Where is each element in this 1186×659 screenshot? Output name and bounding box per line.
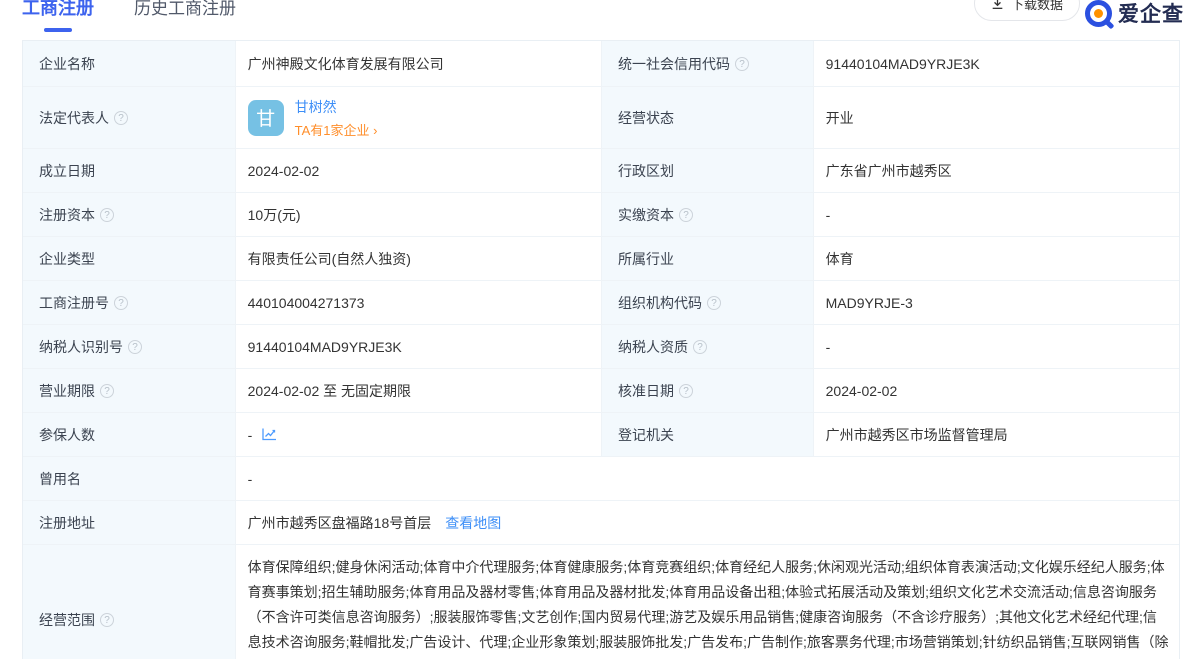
- table-row: 纳税人识别号 91440104MAD9YRJE3K 纳税人资质 -: [23, 325, 1179, 369]
- tab-history-registration[interactable]: 历史工商注册: [134, 0, 236, 19]
- tab-business-registration[interactable]: 工商注册: [22, 0, 94, 20]
- status-label: 经营状态: [602, 87, 814, 148]
- help-icon[interactable]: [114, 111, 128, 125]
- established-value: 2024-02-02: [236, 149, 602, 192]
- former-name-label: 曾用名: [23, 457, 236, 500]
- legal-rep-avatar[interactable]: 甘: [248, 100, 284, 136]
- aiqicha-q-icon: [1085, 0, 1112, 27]
- business-scope-label: 经营范围: [23, 545, 236, 659]
- table-row: 营业期限 2024-02-02 至 无固定期限 核准日期 2024-02-02: [23, 369, 1179, 413]
- address-value: 广州市越秀区盘福路18号首层 查看地图: [236, 501, 1179, 544]
- help-icon[interactable]: [693, 340, 707, 354]
- legal-rep-name-link[interactable]: 甘树然: [295, 97, 378, 117]
- help-icon[interactable]: [679, 208, 693, 222]
- help-icon[interactable]: [679, 384, 693, 398]
- district-label: 行政区划: [602, 149, 814, 192]
- download-data-button[interactable]: 下载数据: [974, 0, 1080, 21]
- reg-capital-value: 10万(元): [236, 193, 602, 236]
- table-row: 法定代表人 甘 甘树然 TA有1家企业 › 经营状态 开业: [23, 87, 1179, 149]
- insured-staff-label: 参保人数: [23, 413, 236, 456]
- help-icon[interactable]: [100, 613, 114, 627]
- brand-logo[interactable]: 爱企查: [1085, 0, 1184, 28]
- company-type-value: 有限责任公司(自然人独资): [236, 237, 602, 280]
- table-row: 成立日期 2024-02-02 行政区划 广东省广州市越秀区: [23, 149, 1179, 193]
- industry-value: 体育: [814, 237, 1179, 280]
- insured-staff-value: -: [236, 413, 602, 456]
- approval-date-label: 核准日期: [602, 369, 814, 412]
- company-name-label: 企业名称: [23, 41, 236, 86]
- help-icon[interactable]: [707, 296, 721, 310]
- table-row: 曾用名 -: [23, 457, 1179, 501]
- established-label: 成立日期: [23, 149, 236, 192]
- reg-number-label: 工商注册号: [23, 281, 236, 324]
- legal-rep-value: 甘 甘树然 TA有1家企业 ›: [236, 87, 602, 148]
- registry-authority-label: 登记机关: [602, 413, 814, 456]
- paid-capital-value: -: [814, 193, 1179, 236]
- insured-trend-chart-icon[interactable]: [261, 427, 278, 442]
- taxpayer-qualification-value: -: [814, 325, 1179, 368]
- business-registration-page: 工商注册 历史工商注册 下载数据 爱企查 企业名称 广州神殿文化体育发展有限公司: [0, 0, 1186, 659]
- district-value: 广东省广州市越秀区: [814, 149, 1179, 192]
- download-label: 下载数据: [1011, 0, 1063, 13]
- company-name-value: 广州神殿文化体育发展有限公司: [236, 41, 602, 86]
- address-label: 注册地址: [23, 501, 236, 544]
- table-row: 注册地址 广州市越秀区盘福路18号首层 查看地图: [23, 501, 1179, 545]
- org-code-label: 组织机构代码: [602, 281, 814, 324]
- company-type-label: 企业类型: [23, 237, 236, 280]
- help-icon[interactable]: [100, 208, 114, 222]
- business-term-value: 2024-02-02 至 无固定期限: [236, 369, 602, 412]
- tab-bar: 工商注册 历史工商注册: [22, 0, 236, 20]
- legal-rep-label: 法定代表人: [23, 87, 236, 148]
- reg-capital-label: 注册资本: [23, 193, 236, 236]
- org-code-value: MAD9YRJE-3: [814, 281, 1179, 324]
- help-icon[interactable]: [114, 296, 128, 310]
- help-icon[interactable]: [735, 57, 749, 71]
- help-icon[interactable]: [128, 340, 142, 354]
- help-icon[interactable]: [100, 384, 114, 398]
- approval-date-value: 2024-02-02: [814, 369, 1179, 412]
- taxpayer-id-value: 91440104MAD9YRJE3K: [236, 325, 602, 368]
- table-row: 工商注册号 440104004271373 组织机构代码 MAD9YRJE-3: [23, 281, 1179, 325]
- former-name-value: -: [236, 457, 1179, 500]
- credit-code-value: 91440104MAD9YRJE3K: [814, 41, 1179, 86]
- download-icon: [991, 0, 1004, 10]
- registration-table: 企业名称 广州神殿文化体育发展有限公司 统一社会信用代码 91440104MAD…: [22, 40, 1180, 659]
- view-map-link[interactable]: 查看地图: [445, 513, 501, 533]
- legal-rep-companies-link[interactable]: TA有1家企业 ›: [295, 120, 378, 139]
- business-scope-value: 体育保障组织;健身休闲活动;体育中介代理服务;体育健康服务;体育竞赛组织;体育经…: [236, 545, 1179, 659]
- paid-capital-label: 实缴资本: [602, 193, 814, 236]
- registry-authority-value: 广州市越秀区市场监督管理局: [814, 413, 1179, 456]
- table-row: 参保人数 - 登记机关 广州市越秀区市场监督管理局: [23, 413, 1179, 457]
- table-row: 企业名称 广州神殿文化体育发展有限公司 统一社会信用代码 91440104MAD…: [23, 41, 1179, 87]
- taxpayer-id-label: 纳税人识别号: [23, 325, 236, 368]
- table-row: 注册资本 10万(元) 实缴资本 -: [23, 193, 1179, 237]
- status-value: 开业: [814, 87, 1179, 148]
- taxpayer-qualification-label: 纳税人资质: [602, 325, 814, 368]
- credit-code-label: 统一社会信用代码: [602, 41, 814, 86]
- table-row: 经营范围 体育保障组织;健身休闲活动;体育中介代理服务;体育健康服务;体育竞赛组…: [23, 545, 1179, 659]
- reg-number-value: 440104004271373: [236, 281, 602, 324]
- business-term-label: 营业期限: [23, 369, 236, 412]
- table-row: 企业类型 有限责任公司(自然人独资) 所属行业 体育: [23, 237, 1179, 281]
- brand-name: 爱企查: [1118, 0, 1184, 28]
- industry-label: 所属行业: [602, 237, 814, 280]
